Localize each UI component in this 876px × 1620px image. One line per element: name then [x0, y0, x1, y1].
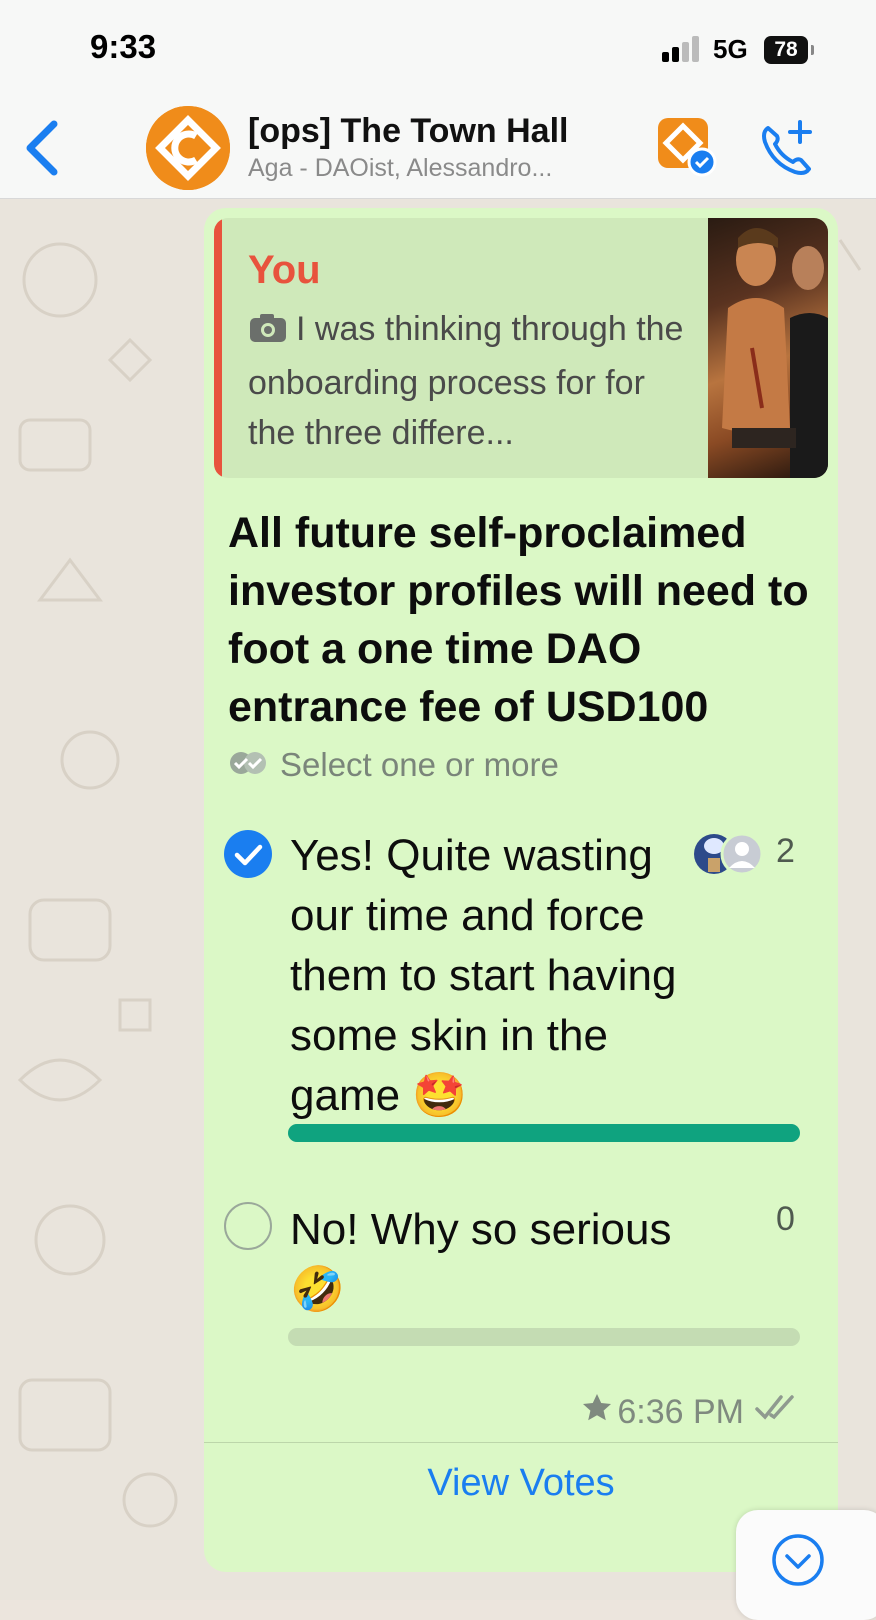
quote-text-block: I was thinking through the onboarding pr… [248, 304, 688, 458]
vote-bar-track [288, 1124, 800, 1142]
poll-hint-text: Select one or more [280, 746, 559, 783]
camera-icon [248, 308, 288, 358]
double-check-icon [228, 746, 268, 784]
group-avatar[interactable] [146, 106, 230, 190]
poll-option-no[interactable]: No! Why so serious 🤣 0 [204, 1198, 838, 1348]
chat-header: [ops] The Town Hall Aga - DAOist, Alessa… [0, 96, 876, 199]
vote-bar-track [288, 1328, 800, 1346]
poll-option-label: No! Why so serious 🤣 [290, 1205, 672, 1314]
group-logo-icon [146, 106, 230, 190]
back-button[interactable] [18, 116, 68, 180]
status-bar: 9:33 5G 78 [0, 0, 876, 96]
quote-author: You [248, 248, 321, 292]
checkmark-icon [234, 844, 263, 866]
signal-icon [662, 36, 702, 67]
message-time: 6:36 PM [617, 1393, 744, 1431]
checkbox-unchecked[interactable] [224, 1202, 272, 1250]
message-bubble: You I was thinking through the onboardin… [204, 208, 838, 1572]
quote-text: I was thinking through the onboarding pr… [248, 310, 684, 452]
scroll-to-bottom-button[interactable] [736, 1510, 876, 1620]
star-icon [581, 1392, 613, 1433]
group-members: Aga - DAOist, Alessandro... [248, 154, 553, 182]
status-time: 9:33 [90, 28, 157, 65]
double-tick-icon [754, 1393, 798, 1432]
message-meta: 6:36 PM [581, 1392, 798, 1433]
vote-bar-fill [288, 1124, 800, 1142]
quote-thumbnail [708, 218, 828, 478]
vote-count: 0 [776, 1200, 795, 1238]
add-call-icon [762, 120, 812, 175]
group-name[interactable]: [ops] The Town Hall [248, 112, 568, 151]
vote-count: 2 [776, 832, 795, 870]
chevron-left-icon [26, 120, 58, 176]
bubble-divider [204, 1442, 838, 1443]
battery-icon: 78 [764, 36, 808, 64]
community-icon[interactable] [654, 114, 718, 178]
quote-bar [214, 218, 222, 478]
voter-avatars[interactable] [692, 832, 772, 876]
battery-nub [811, 45, 814, 55]
chevron-down-icon [772, 1534, 824, 1586]
add-call-button[interactable] [756, 118, 816, 178]
reply-quote[interactable]: You I was thinking through the onboardin… [214, 218, 828, 478]
poll-option-yes[interactable]: Yes! Quite wasting our time and force th… [204, 818, 838, 1148]
poll-question: All future self-proclaimed investor prof… [228, 509, 809, 731]
network-type: 5G [713, 34, 748, 64]
poll-option-label: Yes! Quite wasting our time and force th… [290, 831, 677, 1120]
poll-hint: Select one or more [228, 746, 559, 784]
checkbox-checked[interactable] [224, 830, 272, 878]
view-votes-button[interactable]: View Votes [204, 1462, 838, 1505]
